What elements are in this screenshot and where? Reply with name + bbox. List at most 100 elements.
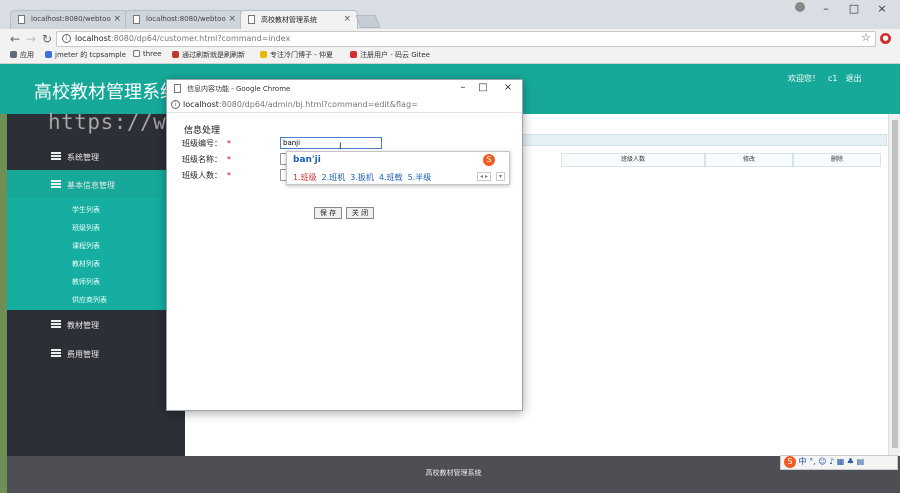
submenu: 学生列表 班级列表 课程列表 教材列表 教师列表 供应商列表 xyxy=(7,198,185,310)
microphone-icon[interactable]: ♪ xyxy=(829,457,834,466)
field-label-class-size: 班级人数： * xyxy=(182,170,231,181)
close-tab-icon[interactable]: × xyxy=(113,14,121,24)
bookmark-label: 通过刷新就是刷刷新 xyxy=(182,51,245,59)
info-icon[interactable]: i xyxy=(62,34,71,43)
bookmark-apps[interactable]: 应用 xyxy=(10,50,34,60)
submenu-item[interactable]: 教材列表 xyxy=(72,259,100,269)
scrollbar-thumb[interactable] xyxy=(892,120,898,448)
logout-link[interactable]: 退出 xyxy=(846,74,862,83)
punctuation-icon[interactable]: °, xyxy=(809,457,816,466)
ime-pager-icon[interactable]: ◂ ▸ xyxy=(477,172,491,181)
extension-icon[interactable]: ● xyxy=(880,33,891,44)
gitee-icon xyxy=(350,51,357,58)
required-marker: * xyxy=(227,139,231,148)
maximize-icon[interactable]: □ xyxy=(472,81,494,95)
site-icon xyxy=(260,51,267,58)
scrollbar[interactable] xyxy=(888,114,900,456)
bookmark-star-icon[interactable]: ☆ xyxy=(861,31,871,44)
bookmark-label: three xyxy=(143,50,162,58)
welcome-text: 欢迎您！ xyxy=(788,74,820,83)
bookmark-label: 专注冷门博子 - 仲夏 xyxy=(270,51,333,59)
emoji-icon[interactable]: ☺ xyxy=(818,457,826,466)
popup-title: 信息内容功能 - Google Chrome xyxy=(187,85,291,93)
ime-candidate[interactable]: 5.半级 xyxy=(408,173,432,182)
skin-icon[interactable]: ♣ xyxy=(847,457,854,466)
table-header-cell: 修改 xyxy=(705,153,793,167)
forward-icon[interactable]: → xyxy=(26,31,36,47)
tab-label: localhost:8080/webtoo xyxy=(31,15,111,23)
save-button[interactable]: 保 存 xyxy=(314,207,342,219)
browser-tab[interactable]: localhost:8080/webtoo × xyxy=(125,10,243,29)
label-text: 班级人数： xyxy=(182,171,222,180)
sidebar-item-system[interactable]: 系统管理 xyxy=(7,142,185,170)
info-icon[interactable]: i xyxy=(171,100,180,109)
bookmark-item[interactable]: 专注冷门博子 - 仲夏 xyxy=(260,50,333,60)
ime-candidate[interactable]: 4.班戟 xyxy=(379,173,403,182)
ime-toolbar[interactable]: S 中 °, ☺ ♪ ▦ ♣ ▤ xyxy=(780,455,898,470)
shield-icon xyxy=(45,51,52,58)
app-title: 高校教材管理系统 xyxy=(34,82,178,103)
bookmark-item[interactable]: 注册用户 - 码云 Gitee xyxy=(350,50,430,60)
maximize-icon[interactable]: □ xyxy=(840,0,868,18)
browser-tab[interactable]: localhost:8080/webtoo × xyxy=(10,10,128,29)
sidebar-item-textbook[interactable]: 教材管理 xyxy=(7,310,185,338)
bookmark-label: 注册用户 - 码云 Gitee xyxy=(360,51,430,59)
database-icon xyxy=(51,349,61,357)
popup-window: 信息内容功能 - Google Chrome – □ × i localhost… xyxy=(166,79,523,411)
close-window-icon[interactable]: × xyxy=(497,81,519,95)
address-bar[interactable]: i localhost:8080/dp64/customer.html?comm… xyxy=(56,31,876,47)
page-icon xyxy=(133,50,140,57)
popup-titlebar: 信息内容功能 - Google Chrome – □ × xyxy=(167,80,522,97)
ime-candidate-window: ban'ji S 1.班级 2.班机 3.扳机 4.班戟 5.半级 ◂ ▸ ▾ xyxy=(286,151,510,185)
sogou-icon: S xyxy=(784,456,796,468)
sidebar-item-basic-info[interactable]: 基本信息管理 xyxy=(7,170,185,198)
close-window-icon[interactable]: × xyxy=(868,0,896,18)
grid-icon[interactable]: ▤ xyxy=(857,457,865,466)
ime-candidate[interactable]: 3.扳机 xyxy=(350,173,374,182)
ime-mode[interactable]: 中 xyxy=(799,457,807,466)
bookmark-item[interactable]: three xyxy=(133,50,162,58)
class-id-input[interactable] xyxy=(280,137,382,149)
profile-icon[interactable] xyxy=(795,2,805,12)
ime-pinyin: ban'ji xyxy=(293,155,321,165)
minimize-icon[interactable]: – xyxy=(452,81,474,95)
field-label-class-name: 班级名称： * xyxy=(182,154,231,165)
url-host: localhost xyxy=(75,34,111,43)
ime-candidate[interactable]: 2.班机 xyxy=(322,173,346,182)
url-path: :8080/dp64/admin/bj.html?command=edit&fl… xyxy=(218,100,418,109)
table-header-cell: 班级人数 xyxy=(561,153,705,167)
browser-tab-active[interactable]: 高校教材管理系统 × xyxy=(240,10,358,29)
footer: 高校教材管理系统 xyxy=(7,456,900,493)
submenu-item[interactable]: 课程列表 xyxy=(72,241,100,251)
database-icon xyxy=(51,320,61,328)
new-tab-button[interactable] xyxy=(355,15,381,28)
submenu-item[interactable]: 教师列表 xyxy=(72,277,100,287)
sidebar-item-label: 系统管理 xyxy=(67,153,99,162)
form-title: 信息处理 xyxy=(184,126,221,136)
close-button[interactable]: 关 闭 xyxy=(346,207,374,219)
ime-candidate[interactable]: 1.班级 xyxy=(293,173,317,182)
close-tab-icon[interactable]: × xyxy=(343,14,351,24)
popup-address-bar: i localhost:8080/dp64/admin/bj.html?comm… xyxy=(167,97,522,113)
close-tab-icon[interactable]: × xyxy=(228,14,236,24)
submenu-item[interactable]: 学生列表 xyxy=(72,205,100,215)
sidebar-item-fees[interactable]: 费用管理 xyxy=(7,339,185,367)
back-icon[interactable]: ← xyxy=(10,31,20,47)
ime-expand-icon[interactable]: ▾ xyxy=(495,172,505,181)
page-icon xyxy=(18,15,25,24)
keyboard-icon[interactable]: ▦ xyxy=(837,457,845,466)
required-marker: * xyxy=(227,155,231,164)
sidebar: 系统管理 基本信息管理 学生列表 班级列表 课程列表 教材列表 教师列表 供应商… xyxy=(7,114,185,456)
ime-candidates: 1.班级 2.班机 3.扳机 4.班戟 5.半级 xyxy=(293,172,436,183)
tab-label: localhost:8080/webtoo xyxy=(146,15,226,23)
submenu-item[interactable]: 供应商列表 xyxy=(72,295,107,305)
tab-label: 高校教材管理系统 xyxy=(261,16,317,24)
minimize-icon[interactable]: – xyxy=(812,0,840,18)
bookmark-item[interactable]: 通过刷新就是刷刷新 xyxy=(172,50,245,60)
sidebar-item-label: 基本信息管理 xyxy=(67,181,115,190)
reload-icon[interactable]: ↻ xyxy=(42,31,52,47)
page-icon xyxy=(248,15,255,24)
submenu-item[interactable]: 班级列表 xyxy=(72,223,100,233)
bookmark-item[interactable]: jmeter 的 tcpsample xyxy=(45,50,126,60)
bookmark-label: jmeter 的 tcpsample xyxy=(55,51,126,59)
